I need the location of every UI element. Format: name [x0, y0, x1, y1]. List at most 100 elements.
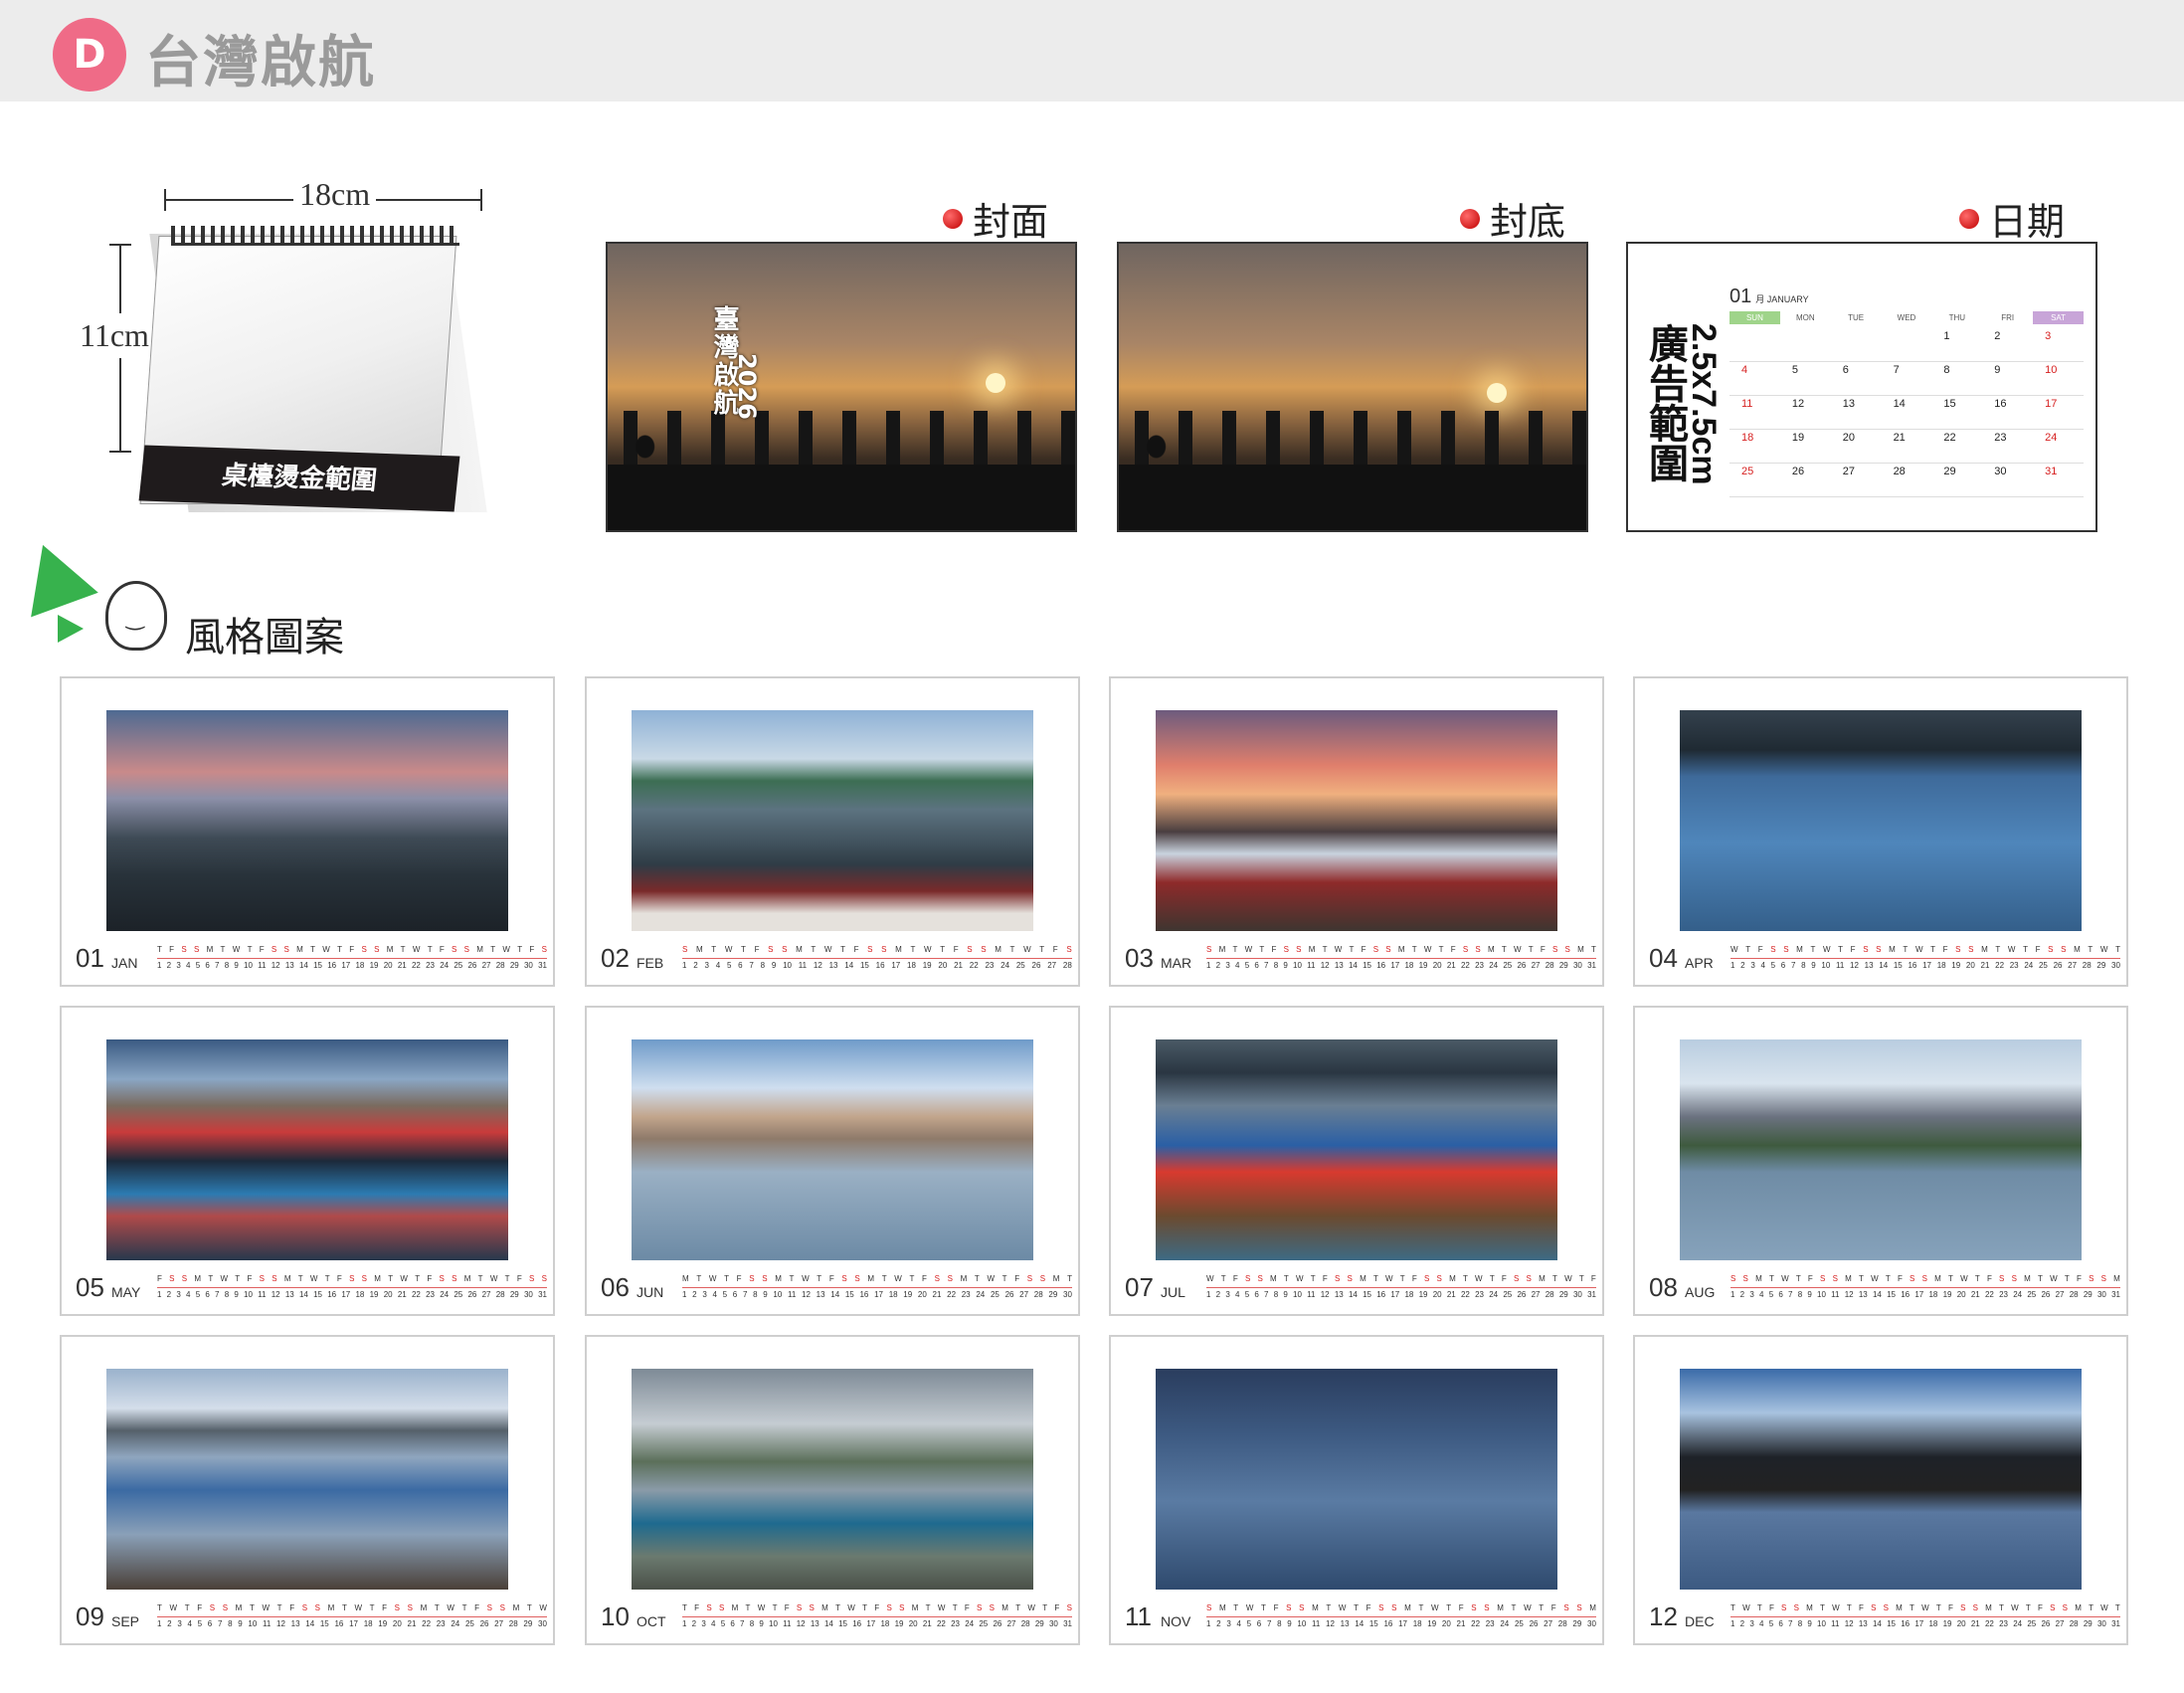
weekday-letter: M [1934, 1274, 1941, 1283]
day-number-row: 1 2 3 4 5 6 7 8 9 10 11 12 13 14 15 16 17 18 19 20 21 22 23 24 2… [1730, 958, 2120, 970]
day-number: 22 [411, 961, 421, 970]
weekday-letter: T [974, 1274, 980, 1283]
weekday-letter: T [1885, 1274, 1891, 1283]
weekday-letter: S [222, 1603, 229, 1612]
day-number: 9 [1811, 961, 1816, 970]
day-cell: 8 [1931, 362, 1983, 396]
day-number: 23 [426, 1290, 435, 1299]
day-cell: 9 [1982, 362, 2034, 396]
weekday-letter: W [2007, 945, 2016, 954]
page-title: 台灣啟航 [145, 31, 376, 95]
weekday-letter: T [1810, 945, 1816, 954]
day-number: 26 [1517, 961, 1527, 970]
weekday-letter: S [977, 1603, 983, 1612]
month-photo [1156, 710, 1557, 931]
weekday-letter: W [1564, 1274, 1572, 1283]
day-number: 4 [1760, 961, 1765, 970]
weekday-letter: W [937, 1603, 946, 1612]
weekday-letter: T [1411, 945, 1417, 954]
day-number: 10 [248, 1619, 258, 1628]
weekday-letter: T [1418, 1603, 1424, 1612]
day-number: 2 [1739, 1290, 1745, 1299]
day-number: 1 [1730, 1290, 1735, 1299]
weekday-letter: M [235, 1603, 243, 1612]
weekday-letter: F [1942, 945, 1948, 954]
weekday-letter: M [296, 945, 303, 954]
day-number: 28 [495, 961, 505, 970]
weekday-letter: T [1846, 1603, 1852, 1612]
weekday-letter: W [232, 945, 241, 954]
weekday-letter: W [1385, 1274, 1393, 1283]
day-number: 19 [1427, 1619, 1437, 1628]
weekday-letter: S [1960, 1603, 1966, 1612]
day-number: 7 [215, 961, 220, 970]
day-number: 23 [1999, 1619, 2008, 1628]
date-label: 日期 [1959, 191, 2065, 246]
day-number: 10 [1817, 1290, 1826, 1299]
day-number: 22 [411, 1290, 421, 1299]
weekday-letter: W [1475, 1274, 1483, 1283]
month-number: 01 [76, 943, 104, 973]
day-number: 25 [454, 961, 463, 970]
day-number: 13 [1334, 1290, 1344, 1299]
day-number: 4 [186, 1290, 191, 1299]
weekday-letter: T [1039, 945, 1045, 954]
day-number: 17 [341, 1290, 351, 1299]
red-dot-icon [943, 208, 963, 229]
day-number: 8 [224, 961, 230, 970]
weekday-letter: F [2038, 1603, 2043, 1612]
weekday-letter: S [934, 1274, 940, 1283]
day-number: 29 [2096, 961, 2106, 970]
weekday-letter: S [886, 1603, 892, 1612]
day-number: 4 [1759, 1290, 1764, 1299]
weekday-letter: T [297, 1274, 303, 1283]
day-number-row: 1 2 3 4 5 6 7 8 9 10 11 12 13 14 15 16 17 18 19 20 21 22 23 24 2… [1206, 1287, 1596, 1299]
weekday-row: FSSMTWTFSSMTWTFSSMTWTFSSMTWTFSS [157, 1274, 547, 1283]
day-number: 7 [742, 1290, 748, 1299]
month-abbr: MAR [1161, 955, 1192, 971]
weekday-letter: M [1308, 945, 1316, 954]
day-number: 16 [327, 961, 337, 970]
day-number: 27 [494, 1619, 504, 1628]
weekday-letter: S [841, 1274, 847, 1283]
day-number: 9 [234, 961, 239, 970]
weekday-letter: W [823, 945, 832, 954]
day-number: 4 [1759, 1619, 1764, 1628]
day-cell [1881, 328, 1932, 362]
weekday-letter: F [1014, 1274, 1020, 1283]
date-label-text: 日期 [1989, 200, 2066, 244]
day-cell: 13 [1830, 396, 1882, 430]
day-number: 27 [1019, 1290, 1029, 1299]
day-number: 31 [1587, 1290, 1596, 1299]
weekday-letter: M [995, 945, 1001, 954]
day-number: 25 [1503, 1290, 1513, 1299]
day-number: 29 [2083, 1290, 2093, 1299]
month-number: 08 [1649, 1272, 1678, 1302]
day-number: 16 [859, 1290, 869, 1299]
weekday-letter: W [1832, 1603, 1840, 1612]
day-number: 18 [880, 1619, 890, 1628]
day-number: 11 [1836, 961, 1845, 970]
weekday-letter: T [208, 1274, 214, 1283]
weekday-letter: W [1960, 1274, 1968, 1283]
cover-year: 2026 [733, 353, 761, 420]
weekday-letter: T [1730, 1603, 1735, 1612]
weekday-letter: W [1513, 945, 1522, 954]
day-number: 26 [1517, 1290, 1527, 1299]
day-number: 28 [1557, 1619, 1567, 1628]
weekday-letter: S [394, 1603, 401, 1612]
day-number: 3 [176, 961, 181, 970]
day-number: 7 [749, 961, 754, 970]
day-number: 28 [1062, 961, 1072, 970]
weekday-letter: S [989, 1603, 995, 1612]
day-number: 25 [1503, 961, 1513, 970]
weekday-letter: S [259, 1274, 265, 1283]
red-dot-icon [1460, 208, 1480, 229]
weekday-letter: S [528, 1274, 535, 1283]
day-number: 9 [771, 961, 777, 970]
day-number: 22 [969, 961, 979, 970]
day-number: 24 [2013, 1290, 2023, 1299]
weekday-letter: S [1793, 1603, 1799, 1612]
weekday-letter: W [447, 1603, 455, 1612]
day-number: 24 [2024, 961, 2034, 970]
